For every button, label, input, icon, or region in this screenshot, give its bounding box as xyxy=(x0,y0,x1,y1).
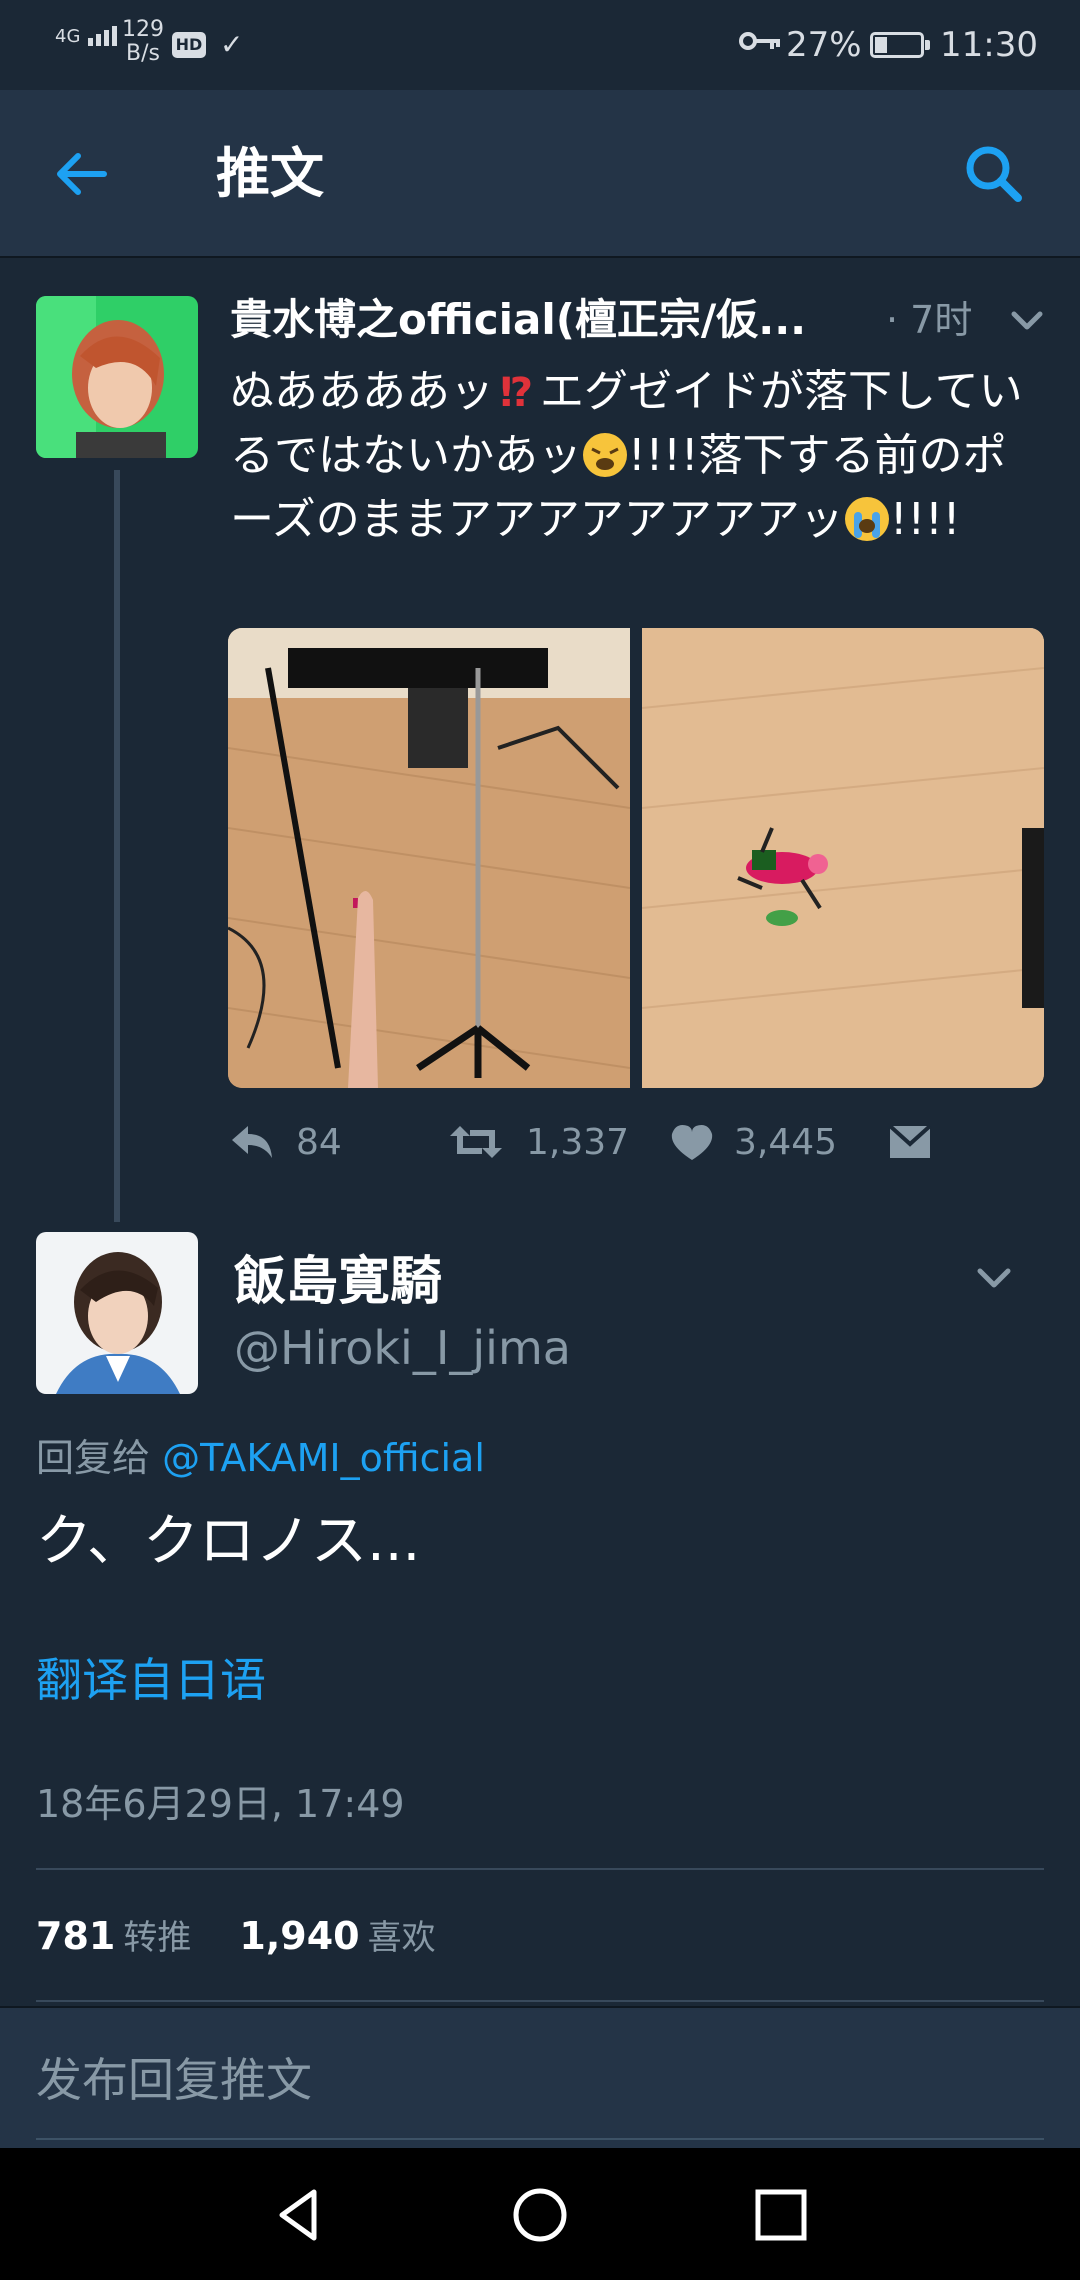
nav-back-icon[interactable] xyxy=(268,2184,330,2246)
compose-underline xyxy=(36,2138,1044,2140)
tweet1-author-name[interactable]: 貴水博之official(檀正宗/仮... xyxy=(230,290,870,350)
battery-icon xyxy=(870,32,930,58)
retweets-stat[interactable]: 781 转推 xyxy=(36,1914,191,1958)
heart-icon xyxy=(671,1125,713,1160)
divider xyxy=(36,2000,1044,2002)
signal-icon: 4G xyxy=(55,24,126,46)
hd-badge: HD xyxy=(172,32,206,58)
nav-recents-icon[interactable] xyxy=(750,2184,812,2246)
retweet-count: 1,337 xyxy=(526,1122,630,1163)
network-speed-unit: B/s xyxy=(126,41,160,66)
search-icon[interactable] xyxy=(960,140,1028,208)
direct-message-button[interactable] xyxy=(886,1108,946,1178)
replying-to-label: 回复给 xyxy=(36,1436,151,1480)
status-bar: 4G 129 B/s HD ✓ 27% 11:30 xyxy=(0,0,1080,90)
weary-face-emoji-icon xyxy=(583,433,627,477)
retweets-label: 转推 xyxy=(123,1918,192,1958)
divider xyxy=(36,1868,1044,1870)
system-navigation-bar xyxy=(0,2148,1080,2280)
compose-reply-bar[interactable]: 发布回复推文 xyxy=(0,2006,1080,2148)
thread-connector-line xyxy=(114,470,120,1222)
avatar-tweet1-author[interactable] xyxy=(36,296,198,458)
retweets-value: 781 xyxy=(36,1914,116,1958)
network-speed: 129 B/s xyxy=(122,18,164,66)
retweet-icon xyxy=(450,1126,502,1158)
page-title: 推文 xyxy=(216,142,324,205)
tweet2-timestamp: 18年6月29日, 17:49 xyxy=(36,1782,405,1826)
tweet1-action-bar: 84 1,337 3,445 xyxy=(228,1108,1048,1178)
clock: 11:30 xyxy=(940,25,1038,65)
reply-icon xyxy=(232,1126,272,1158)
nav-home-icon[interactable] xyxy=(509,2184,571,2246)
tweet1-photo-1[interactable] xyxy=(228,628,630,1088)
tweet2-author-handle[interactable]: @Hiroki_I_jima xyxy=(234,1318,571,1378)
avatar-tweet2-author[interactable] xyxy=(36,1232,198,1394)
tweet1-text-part4: !!!! xyxy=(889,494,961,545)
battery-fill xyxy=(875,37,887,53)
like-button[interactable]: 3,445 xyxy=(668,1108,868,1178)
battery-percent: 27% xyxy=(786,25,862,65)
replying-to-line: 回复给 @TAKAMI_official xyxy=(36,1430,485,1486)
check-icon: ✓ xyxy=(220,28,244,61)
retweet-button[interactable]: 1,337 xyxy=(448,1108,648,1178)
tweet2-text: ク、クロノス... xyxy=(36,1509,421,1574)
network-speed-value: 129 xyxy=(122,17,164,42)
key-icon xyxy=(738,26,782,62)
back-arrow-icon[interactable] xyxy=(50,142,114,206)
reply-button[interactable]: 84 xyxy=(228,1108,378,1178)
tweet1-photo-2[interactable] xyxy=(642,628,1044,1088)
like-count: 3,445 xyxy=(734,1122,838,1163)
tweet2-stats: 781 转推 1,940 喜欢 xyxy=(36,1908,436,1966)
top-app-bar: 推文 xyxy=(0,90,1080,258)
network-type: 4G xyxy=(55,26,81,47)
chevron-down-icon[interactable] xyxy=(972,1256,1016,1300)
compose-reply-input[interactable]: 发布回复推文 xyxy=(36,2050,312,2110)
likes-value: 1,940 xyxy=(239,1914,360,1958)
replying-to-mention-link[interactable]: @TAKAMI_official xyxy=(162,1436,485,1480)
likes-stat[interactable]: 1,940 喜欢 xyxy=(239,1914,435,1958)
tweet1-text-part1: ぬああああッ xyxy=(230,366,494,417)
crying-face-emoji-icon xyxy=(844,497,889,541)
tweet1-text: ぬああああッ ⁉ エグゼイドが落下しているではないかあッ !!!!落下する前のポーズの… xyxy=(230,360,1050,552)
chevron-down-icon[interactable] xyxy=(1006,300,1048,342)
translate-tweet-link[interactable]: 翻译自日语 xyxy=(36,1648,266,1712)
svg-text:⁉: ⁉ xyxy=(500,370,533,414)
tweet2-author-name[interactable]: 飯島寛騎 xyxy=(234,1250,442,1314)
envelope-icon xyxy=(888,1124,932,1158)
likes-label: 喜欢 xyxy=(367,1918,436,1958)
reply-count: 84 xyxy=(296,1122,342,1163)
tweet1-time: · 7时 xyxy=(886,298,973,342)
interrobang-emoji-icon: ⁉ xyxy=(500,370,533,414)
